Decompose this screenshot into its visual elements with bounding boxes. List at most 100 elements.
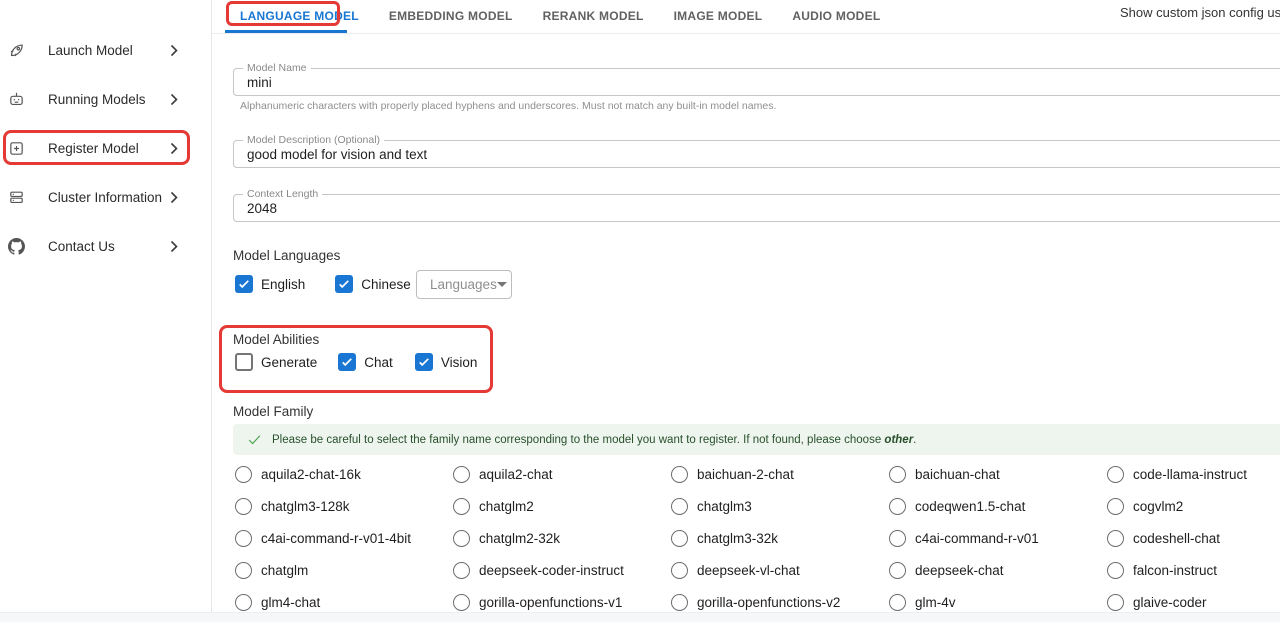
radio-icon[interactable]: [889, 530, 906, 547]
radio-icon[interactable]: [1107, 562, 1124, 579]
model-family-option[interactable]: chatglm2: [451, 490, 669, 522]
radio-icon[interactable]: [453, 594, 470, 611]
rocket-icon: [8, 42, 25, 59]
radio-icon[interactable]: [1107, 530, 1124, 547]
radio-icon[interactable]: [671, 466, 688, 483]
model-family-option[interactable]: cogvlm2: [1105, 490, 1280, 522]
model-name-input[interactable]: [247, 69, 1280, 95]
model-family-notice-banner: Please be careful to select the family n…: [233, 424, 1280, 455]
sidebar-item-running-models[interactable]: Running Models: [0, 82, 211, 116]
english-checkbox-label: English: [261, 277, 305, 292]
radio-icon[interactable]: [671, 594, 688, 611]
sidebar-item-label: Register Model: [48, 141, 170, 156]
radio-icon[interactable]: [235, 498, 252, 515]
radio-icon[interactable]: [889, 498, 906, 515]
languages-select[interactable]: Languages: [416, 270, 512, 299]
model-family-option[interactable]: falcon-instruct: [1105, 554, 1280, 586]
model-name-helper-text: Alphanumeric characters with properly pl…: [240, 100, 776, 112]
chinese-checkbox-label: Chinese: [361, 277, 411, 292]
model-languages-title: Model Languages: [233, 248, 340, 263]
model-family-title: Model Family: [233, 404, 313, 419]
model-description-input[interactable]: [247, 141, 1280, 167]
tab-image-model[interactable]: IMAGE MODEL: [674, 9, 763, 23]
success-check-icon: [247, 432, 262, 447]
chat-checkbox[interactable]: [338, 353, 356, 371]
radio-icon[interactable]: [235, 530, 252, 547]
model-family-option[interactable]: deepseek-vl-chat: [669, 554, 887, 586]
radio-icon[interactable]: [671, 498, 688, 515]
model-family-option[interactable]: baichuan-chat: [887, 458, 1105, 490]
model-family-options-grid: aquila2-chat-16k aquila2-chat baichuan-2…: [233, 458, 1280, 618]
model-family-option[interactable]: chatglm3-32k: [669, 522, 887, 554]
radio-icon[interactable]: [1107, 466, 1124, 483]
tab-rerank-model[interactable]: RERANK MODEL: [543, 9, 644, 23]
chevron-right-icon: [170, 93, 178, 106]
tab-audio-model[interactable]: AUDIO MODEL: [792, 9, 880, 23]
show-custom-json-config-link[interactable]: Show custom json config used b: [1120, 5, 1280, 20]
sidebar-item-register-model[interactable]: Register Model: [0, 131, 211, 165]
model-family-option[interactable]: deepseek-coder-instruct: [451, 554, 669, 586]
radio-icon[interactable]: [453, 466, 470, 483]
chevron-right-icon: [170, 142, 178, 155]
model-family-notice-text: Please be careful to select the family n…: [272, 434, 916, 446]
radio-icon[interactable]: [671, 530, 688, 547]
radio-icon[interactable]: [235, 562, 252, 579]
model-family-option[interactable]: chatglm: [233, 554, 451, 586]
model-family-option[interactable]: deepseek-chat: [887, 554, 1105, 586]
radio-icon[interactable]: [1107, 594, 1124, 611]
sidebar-item-launch-model[interactable]: Launch Model: [0, 33, 211, 67]
chevron-right-icon: [170, 240, 178, 253]
tab-embedding-model[interactable]: EMBEDDING MODEL: [389, 9, 513, 23]
model-family-option[interactable]: chatglm3-128k: [233, 490, 451, 522]
radio-icon[interactable]: [889, 562, 906, 579]
generate-checkbox[interactable]: [235, 353, 253, 371]
context-length-input[interactable]: [247, 195, 1280, 221]
model-description-field: Model Description (Optional): [233, 140, 1280, 168]
chinese-checkbox[interactable]: [335, 275, 353, 293]
model-family-option[interactable]: chatglm2-32k: [451, 522, 669, 554]
model-abilities-checkboxes: Generate Chat Vision: [235, 353, 477, 371]
model-languages-checkboxes: English Chinese: [235, 275, 411, 293]
radio-icon[interactable]: [1107, 498, 1124, 515]
radio-icon[interactable]: [453, 498, 470, 515]
server-icon: [8, 189, 25, 206]
sidebar-item-cluster-information[interactable]: Cluster Information: [0, 180, 211, 214]
sidebar-item-label: Cluster Information: [48, 190, 170, 205]
radio-icon[interactable]: [235, 466, 252, 483]
chevron-down-icon: [497, 282, 507, 287]
context-length-field: Context Length: [233, 194, 1280, 222]
model-family-option[interactable]: code-llama-instruct: [1105, 458, 1280, 490]
sidebar-item-contact-us[interactable]: Contact Us: [0, 229, 211, 263]
radio-icon[interactable]: [889, 466, 906, 483]
model-family-option[interactable]: c4ai-command-r-v01-4bit: [233, 522, 451, 554]
vision-checkbox[interactable]: [415, 353, 433, 371]
chevron-right-icon: [170, 191, 178, 204]
model-family-option[interactable]: aquila2-chat: [451, 458, 669, 490]
radio-icon[interactable]: [453, 562, 470, 579]
sidebar-divider: [211, 0, 212, 622]
radio-icon[interactable]: [671, 562, 688, 579]
model-family-option[interactable]: aquila2-chat-16k: [233, 458, 451, 490]
sidebar-item-label: Contact Us: [48, 239, 170, 254]
model-family-option[interactable]: codeqwen1.5-chat: [887, 490, 1105, 522]
radio-icon[interactable]: [453, 530, 470, 547]
radio-icon[interactable]: [235, 594, 252, 611]
tab-language-model[interactable]: LANGUAGE MODEL: [240, 9, 359, 23]
tabs-bottom-divider: [212, 33, 1280, 34]
robot-icon: [8, 91, 25, 108]
sidebar-item-label: Running Models: [48, 92, 170, 107]
sidebar-item-label: Launch Model: [48, 43, 170, 58]
model-family-option[interactable]: codeshell-chat: [1105, 522, 1280, 554]
english-checkbox[interactable]: [235, 275, 253, 293]
register-model-page: Launch Model Running Models: [0, 0, 1280, 622]
model-family-option[interactable]: chatglm3: [669, 490, 887, 522]
model-type-tabs: LANGUAGE MODEL EMBEDDING MODEL RERANK MO…: [240, 0, 880, 32]
bottom-edge-strip: [0, 612, 1280, 622]
model-family-option[interactable]: baichuan-2-chat: [669, 458, 887, 490]
model-abilities-title: Model Abilities: [233, 332, 319, 347]
github-icon: [8, 238, 25, 255]
chat-checkbox-label: Chat: [364, 355, 393, 370]
model-family-option[interactable]: c4ai-command-r-v01: [887, 522, 1105, 554]
radio-icon[interactable]: [889, 594, 906, 611]
plus-square-icon: [8, 140, 25, 157]
